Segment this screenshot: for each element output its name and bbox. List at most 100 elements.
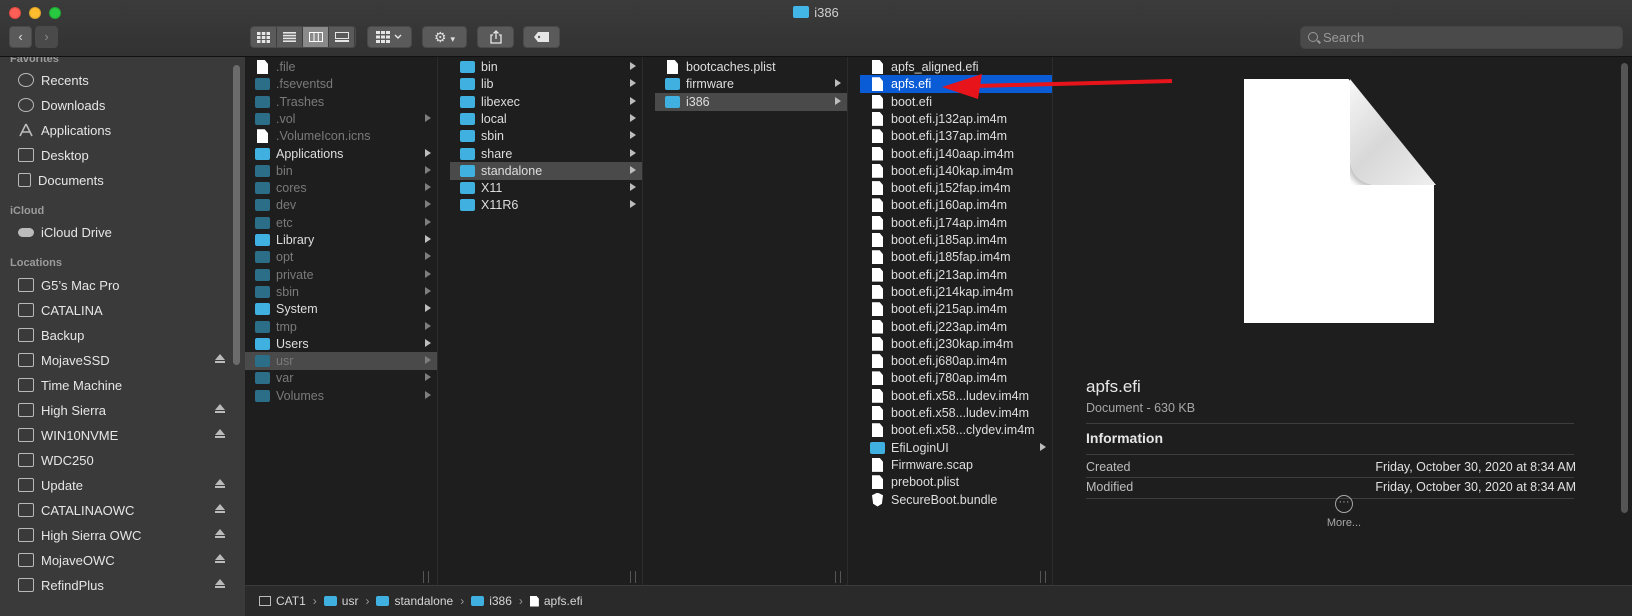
folder-row[interactable]: etc <box>245 214 437 232</box>
preview-scrollbar[interactable] <box>1621 63 1628 513</box>
file-row[interactable]: boot.efi.j230kap.im4m <box>860 335 1052 353</box>
file-row[interactable]: boot.efi.j185fap.im4m <box>860 248 1052 266</box>
file-row[interactable]: SecureBoot.bundle <box>860 491 1052 509</box>
folder-row[interactable]: Library <box>245 231 437 249</box>
eject-icon[interactable] <box>215 479 225 488</box>
file-row[interactable]: boot.efi.j680ap.im4m <box>860 352 1052 370</box>
folder-row[interactable]: lib <box>450 75 642 93</box>
eject-icon[interactable] <box>215 579 225 588</box>
share-button[interactable] <box>477 26 514 48</box>
sidebar-item-documents[interactable]: Documents <box>18 169 233 191</box>
file-row[interactable]: boot.efi.j174ap.im4m <box>860 214 1052 232</box>
sidebar-item-catalinaowc[interactable]: CATALINAOWC <box>18 499 233 521</box>
file-row[interactable]: Firmware.scap <box>860 456 1052 474</box>
action-menu-button[interactable]: ⚙ ▾ <box>422 26 467 48</box>
path-segment-cat1[interactable]: CAT1 <box>259 594 306 608</box>
sidebar-item-update[interactable]: Update <box>18 474 233 496</box>
folder-row[interactable]: share <box>450 145 642 163</box>
search-field[interactable]: Search <box>1300 26 1623 49</box>
eject-icon[interactable] <box>215 404 225 413</box>
sidebar-item-mojavessd[interactable]: MojaveSSD <box>18 349 233 371</box>
eject-icon[interactable] <box>215 354 225 363</box>
group-by-button[interactable] <box>367 26 412 48</box>
folder-row[interactable]: opt <box>245 248 437 266</box>
sidebar-item-icloud-drive[interactable]: iCloud Drive <box>18 221 233 243</box>
file-row[interactable]: boot.efi.x58...ludev.im4m <box>860 404 1052 422</box>
column-view-button[interactable] <box>303 27 329 47</box>
list-view-button[interactable] <box>277 27 303 47</box>
file-row[interactable]: boot.efi.j215ap.im4m <box>860 300 1052 318</box>
file-row[interactable]: boot.efi.j185ap.im4m <box>860 231 1052 249</box>
column-resize-handle[interactable] <box>630 571 636 583</box>
more-button[interactable]: ··· More... <box>1314 495 1374 529</box>
sidebar-item-catalina[interactable]: CATALINA <box>18 299 233 321</box>
folder-row[interactable]: usr <box>245 352 437 371</box>
file-row[interactable]: boot.efi.j140kap.im4m <box>860 162 1052 180</box>
sidebar-item-high-sierra[interactable]: High Sierra <box>18 399 233 421</box>
folder-row[interactable]: System <box>245 300 437 318</box>
folder-row[interactable]: .fseventsd <box>245 75 437 93</box>
folder-row[interactable]: libexec <box>450 93 642 111</box>
sidebar-item-wdc250[interactable]: WDC250 <box>18 449 233 471</box>
folder-row[interactable]: .vol <box>245 110 437 128</box>
file-row[interactable]: preboot.plist <box>860 473 1052 491</box>
sidebar-item-downloads[interactable]: Downloads <box>18 94 233 116</box>
file-row[interactable]: boot.efi.x58...clydev.im4m <box>860 421 1052 439</box>
eject-icon[interactable] <box>215 554 225 563</box>
file-row[interactable]: .file <box>245 58 437 76</box>
file-row[interactable]: .VolumeIcon.icns <box>245 127 437 145</box>
sidebar-item-applications[interactable]: Applications <box>18 119 233 141</box>
file-row[interactable]: bootcaches.plist <box>655 58 847 76</box>
folder-row[interactable]: X11 <box>450 179 642 197</box>
folder-row[interactable]: bin <box>450 58 642 76</box>
sidebar-item-desktop[interactable]: Desktop <box>18 144 233 166</box>
file-row[interactable]: boot.efi.j214kap.im4m <box>860 283 1052 301</box>
sidebar-scrollbar[interactable] <box>233 65 240 365</box>
sidebar-item-win10nvme[interactable]: WIN10NVME <box>18 424 233 446</box>
sidebar-item-mojaveowc[interactable]: MojaveOWC <box>18 549 233 571</box>
tags-button[interactable] <box>523 26 560 48</box>
file-row[interactable]: boot.efi.j137ap.im4m <box>860 127 1052 145</box>
folder-row[interactable]: EfiLoginUI <box>860 439 1052 457</box>
folder-row[interactable]: Volumes <box>245 387 437 405</box>
file-row[interactable]: boot.efi.j132ap.im4m <box>860 110 1052 128</box>
sidebar-item-high-sierra-owc[interactable]: High Sierra OWC <box>18 524 233 546</box>
back-button[interactable]: ‹ <box>9 26 32 48</box>
file-row[interactable]: boot.efi.j140aap.im4m <box>860 145 1052 163</box>
folder-row[interactable]: dev <box>245 196 437 214</box>
sidebar-item-mac-pro[interactable]: G5’s Mac Pro <box>18 274 233 296</box>
column-resize-handle[interactable] <box>1040 571 1046 583</box>
folder-row[interactable]: Applications <box>245 145 437 163</box>
gallery-view-button[interactable] <box>329 27 355 47</box>
eject-icon[interactable] <box>215 429 225 438</box>
path-segment-i386[interactable]: i386 <box>471 594 512 608</box>
folder-row[interactable]: var <box>245 369 437 387</box>
file-row[interactable]: boot.efi.j160ap.im4m <box>860 196 1052 214</box>
path-segment-usr[interactable]: usr <box>323 594 358 608</box>
sidebar-item-recents[interactable]: Recents <box>18 69 233 91</box>
column-resize-handle[interactable] <box>423 571 429 583</box>
eject-icon[interactable] <box>215 504 225 513</box>
file-row[interactable]: boot.efi.j223ap.im4m <box>860 318 1052 336</box>
folder-row[interactable]: firmware <box>655 75 847 93</box>
sidebar-item-time-machine[interactable]: Time Machine <box>18 374 233 396</box>
folder-row[interactable]: standalone <box>450 161 642 180</box>
folder-row[interactable]: sbin <box>450 127 642 145</box>
folder-row[interactable]: cores <box>245 179 437 197</box>
forward-button[interactable]: › <box>35 26 58 48</box>
file-row[interactable]: boot.efi.j152fap.im4m <box>860 179 1052 197</box>
column-resize-handle[interactable] <box>835 571 841 583</box>
path-segment-apfs-efi[interactable]: apfs.efi <box>529 594 583 608</box>
folder-row[interactable]: i386 <box>655 92 847 111</box>
folder-row[interactable]: bin <box>245 162 437 180</box>
file-row[interactable]: boot.efi.x58...ludev.im4m <box>860 387 1052 405</box>
icon-view-button[interactable] <box>251 27 277 47</box>
sidebar-item-backup[interactable]: Backup <box>18 324 233 346</box>
folder-row[interactable]: private <box>245 266 437 284</box>
sidebar-item-refindplus[interactable]: RefindPlus <box>18 574 233 596</box>
file-row[interactable]: boot.efi.j780ap.im4m <box>860 369 1052 387</box>
folder-row[interactable]: Users <box>245 335 437 353</box>
file-row[interactable]: boot.efi.j213ap.im4m <box>860 266 1052 284</box>
folder-row[interactable]: X11R6 <box>450 196 642 214</box>
eject-icon[interactable] <box>215 529 225 538</box>
